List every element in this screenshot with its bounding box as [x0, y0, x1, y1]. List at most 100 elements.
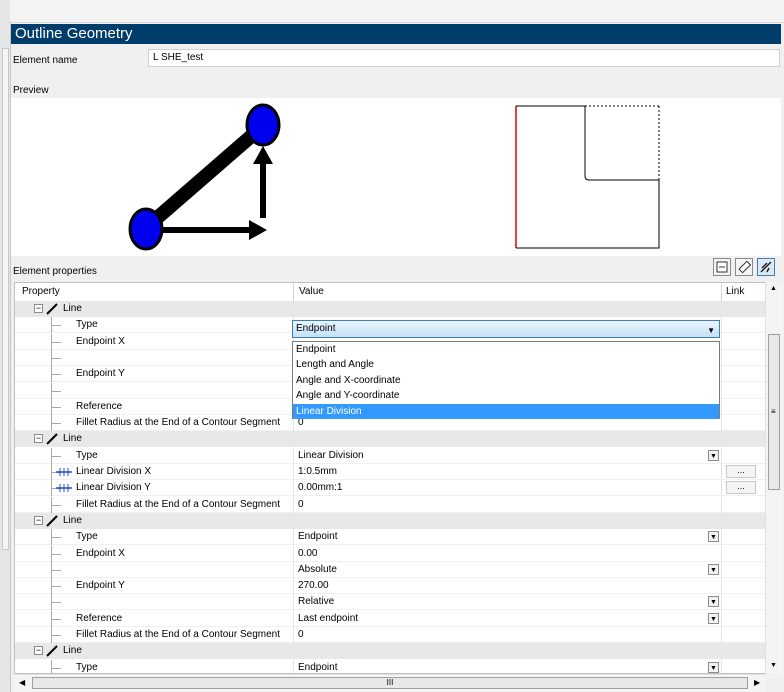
horizontal-scroll-thumb[interactable]: III	[32, 677, 748, 689]
property-value[interactable]: Absolute ▼	[293, 561, 721, 578]
tree-line	[51, 504, 61, 506]
property-link	[721, 627, 765, 643]
property-label: Line	[63, 303, 82, 314]
scroll-right-icon[interactable]: ▶	[754, 678, 760, 687]
dropdown-option[interactable]: Angle and X-coordinate	[293, 373, 719, 388]
property-value[interactable]: 1:0.5mm	[293, 464, 721, 480]
chevron-down-icon[interactable]: ▼	[708, 449, 719, 461]
ruler-icon	[738, 260, 751, 274]
geometry-edit-button[interactable]	[757, 258, 775, 276]
group-row-line[interactable]: − Line	[15, 643, 765, 660]
measure-button[interactable]	[735, 258, 753, 276]
group-row-line[interactable]: − Line	[15, 301, 765, 317]
property-value	[293, 512, 721, 529]
tree-line	[51, 455, 61, 457]
dropdown-option[interactable]: Angle and Y-coordinate	[293, 388, 719, 403]
property-value[interactable]: Linear Division ▼	[293, 447, 721, 464]
end-point-icon	[245, 103, 281, 147]
property-value[interactable]: 0.00	[293, 545, 721, 562]
property-value[interactable]: Endpoint ▼	[293, 529, 721, 546]
group-row-line[interactable]: − Line	[15, 512, 765, 529]
collapse-toggle-icon[interactable]: −	[34, 304, 43, 313]
header-property[interactable]: Property	[22, 286, 60, 297]
tree-line	[51, 553, 61, 555]
property-link	[721, 382, 765, 399]
header-value[interactable]: Value	[299, 286, 324, 297]
property-value[interactable]: Endpoint ▼	[293, 659, 721, 673]
chevron-down-icon[interactable]: ▼	[708, 661, 719, 673]
tree-line	[51, 667, 61, 669]
property-value[interactable]: Relative ▼	[293, 594, 721, 611]
tree-line	[51, 341, 61, 343]
dropdown-option[interactable]: Length and Angle	[293, 357, 719, 372]
dropdown-option-highlighted[interactable]: Linear Division	[293, 403, 719, 419]
property-row[interactable]: Absolute ▼	[15, 561, 765, 578]
property-value[interactable]: 0	[293, 627, 721, 643]
property-row[interactable]: Fillet Radius at the End of a Contour Se…	[15, 627, 765, 643]
left-dock-strip	[0, 0, 11, 692]
collapse-toggle-icon[interactable]: −	[34, 646, 43, 656]
tree-line	[51, 357, 61, 359]
header-link[interactable]: Link	[726, 286, 744, 297]
geometry-edit-icon	[760, 261, 772, 273]
link-browse-button[interactable]: ...	[726, 465, 756, 478]
property-row[interactable]: Relative ▼	[15, 594, 765, 611]
property-link[interactable]: ...	[721, 480, 765, 497]
horizontal-scrollbar[interactable]: ◀ III ▶	[14, 674, 766, 692]
chevron-down-icon[interactable]: ▼	[708, 531, 719, 543]
collapse-icon	[716, 261, 728, 273]
property-value[interactable]: Last endpoint ▼	[293, 610, 721, 627]
property-value[interactable]: 270.00	[293, 578, 721, 595]
property-link	[721, 643, 765, 660]
property-row[interactable]: Type Linear Division ▼	[15, 447, 765, 464]
vertical-scroll-thumb[interactable]: ≡	[768, 334, 780, 490]
tree-line	[51, 374, 61, 376]
property-row[interactable]: Reference Last endpoint ▼	[15, 610, 765, 627]
direction-arrow-vertical	[253, 146, 273, 218]
tree-line	[51, 325, 61, 327]
tree-line	[51, 635, 61, 636]
group-row-line[interactable]: − Line	[15, 431, 765, 448]
direction-arrow-diagonal	[147, 122, 266, 228]
collapse-toggle-icon[interactable]: −	[34, 515, 43, 525]
contour-preview	[515, 105, 660, 249]
chevron-down-icon[interactable]: ▼	[708, 612, 719, 624]
property-row[interactable]: Type Endpoint ▼	[15, 529, 765, 546]
property-value[interactable]: 0	[293, 496, 721, 513]
property-row[interactable]: Linear Division X 1:0.5mm...	[15, 464, 765, 480]
property-link[interactable]: ...	[721, 464, 765, 480]
property-value	[293, 431, 721, 448]
property-label: Endpoint Y	[76, 368, 125, 380]
chevron-down-icon[interactable]: ▼	[708, 563, 719, 575]
line-segment-icon	[46, 645, 58, 658]
element-name-input[interactable]: L SHE_test	[148, 49, 780, 67]
property-row[interactable]: Type Endpoint ▼	[15, 659, 765, 673]
scroll-left-icon[interactable]: ◀	[19, 678, 25, 687]
property-label: Fillet Radius at the End of a Contour Se…	[76, 498, 281, 510]
chevron-down-icon[interactable]: ▼	[707, 323, 715, 339]
property-row[interactable]: Fillet Radius at the End of a Contour Se…	[15, 496, 765, 513]
property-value[interactable]: 0.00mm:1	[293, 480, 721, 497]
link-browse-button[interactable]: ...	[726, 481, 756, 495]
grip-icon: ≡	[771, 407, 776, 416]
property-link	[721, 561, 765, 578]
property-label: Type	[76, 449, 98, 461]
collapse-button[interactable]	[713, 258, 731, 276]
property-label: Reference	[76, 400, 123, 412]
scroll-down-icon[interactable]: ▼	[770, 662, 777, 669]
chevron-down-icon[interactable]: ▼	[708, 596, 719, 608]
property-row[interactable]: Endpoint X 0.00	[15, 545, 765, 562]
property-value	[293, 643, 721, 660]
type-dropdown-open[interactable]: Endpoint ▼	[292, 320, 720, 338]
property-row[interactable]: Linear Division Y 0.00mm:1...	[15, 480, 765, 497]
property-link	[721, 659, 765, 673]
property-row[interactable]: Endpoint Y 270.00	[15, 578, 765, 595]
property-label: Endpoint X	[76, 547, 125, 559]
collapse-toggle-icon[interactable]: −	[34, 434, 43, 444]
vertical-scrollbar[interactable]: ▲ ≡ ▼	[765, 282, 783, 674]
property-value-text: Endpoint	[298, 661, 338, 673]
dropdown-option[interactable]: Endpoint	[293, 342, 719, 357]
tree-line	[51, 406, 61, 408]
scroll-up-icon[interactable]: ▲	[770, 285, 777, 292]
type-dropdown-list[interactable]: Endpoint Length and Angle Angle and X-co…	[292, 341, 720, 419]
